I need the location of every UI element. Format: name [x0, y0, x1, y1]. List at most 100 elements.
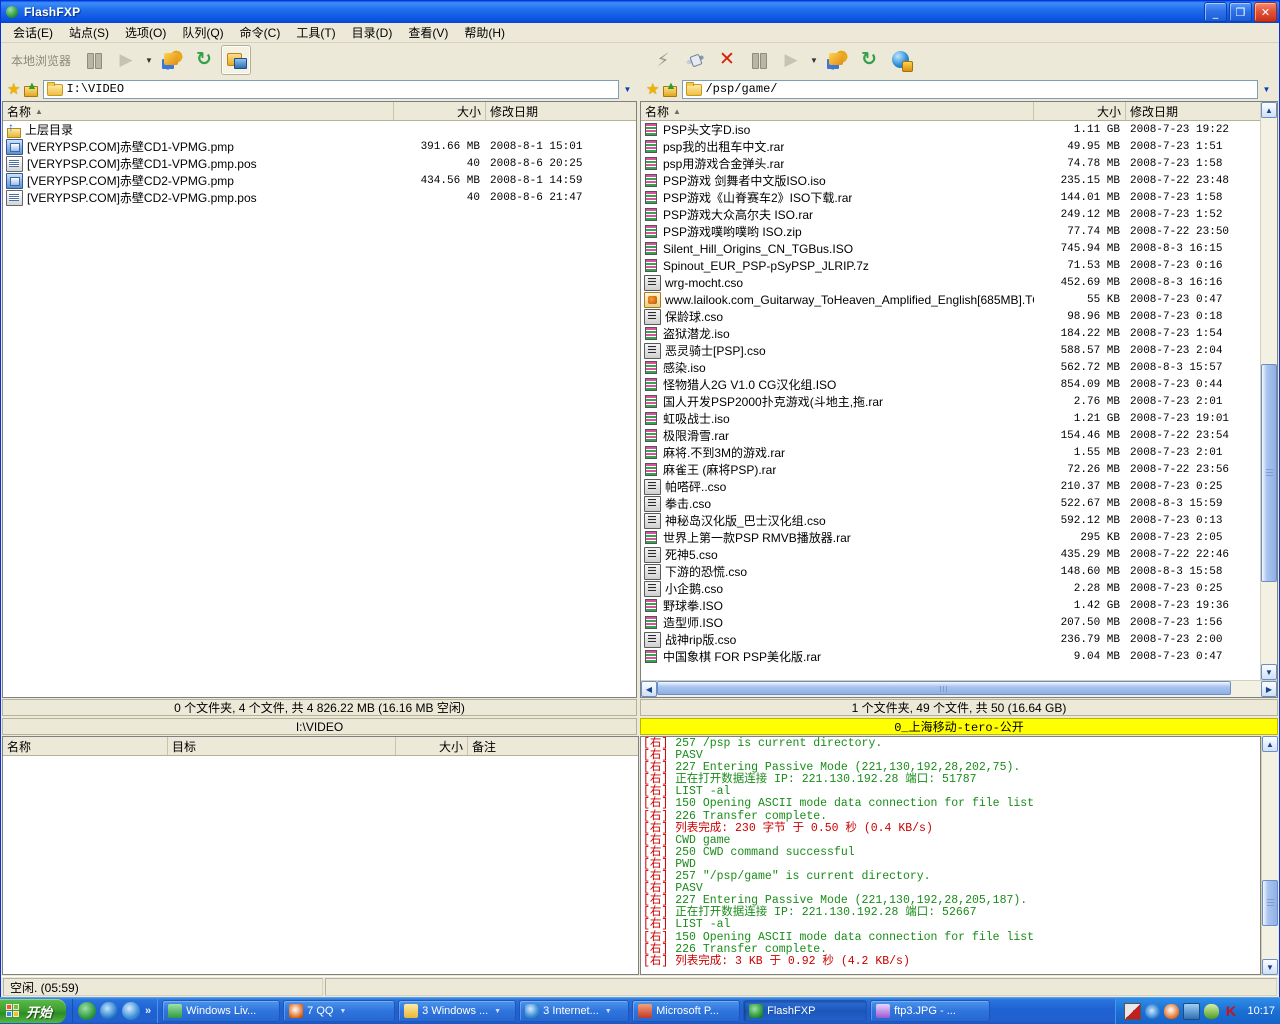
taskbar-task[interactable]: Microsoft P...	[632, 1000, 741, 1022]
menu-sites[interactable]: 站点(S)	[61, 23, 117, 42]
quick-connect-button[interactable]: ⚡	[648, 45, 678, 75]
file-row[interactable]: [VERYPSP.COM]赤壁CD2-VPMG.pmp.pos 40 2008-8-…	[3, 189, 636, 206]
taskbar-task[interactable]: 3 Windows ... ▼	[398, 1000, 517, 1022]
file-row[interactable]: 国人开发PSP2000扑克游戏(斗地主,拖.rar 2.76 MB 2008-7-2…	[641, 393, 1260, 410]
right-pause-button[interactable]	[744, 45, 774, 75]
local-rows[interactable]: 上层目录 [VERYPSP.COM]赤壁CD1-VPMG.pmp 391.66 MB…	[3, 121, 636, 697]
taskbar-task[interactable]: ftp3.JPG - ...	[870, 1000, 991, 1022]
parent-directory-icon[interactable]	[23, 80, 39, 97]
network-icon[interactable]	[1183, 1002, 1201, 1020]
right-path-dropdown[interactable]: ▼	[1258, 81, 1275, 98]
local-browser-button[interactable]	[221, 45, 252, 75]
queue-column-note[interactable]: 备注	[468, 737, 638, 755]
volume-icon[interactable]	[1145, 1003, 1161, 1019]
menu-tools[interactable]: 工具(T)	[288, 23, 343, 42]
disconnect-button[interactable]: ✕	[712, 45, 742, 75]
file-row[interactable]: 战神rip版.cso 236.79 MB 2008-7-23 2:00	[641, 631, 1260, 648]
remote-horizontal-scrollbar[interactable]: ◀ ▶	[641, 680, 1277, 697]
scroll-track[interactable]	[1261, 118, 1277, 664]
scroll-down-icon[interactable]: ▼	[1261, 664, 1277, 680]
local-file-list[interactable]: 名称 ▲ 大小 修改日期 上层目录[VERYPSP.COM]赤壁CD1-VPMG…	[2, 101, 637, 698]
file-row[interactable]: 极限滑雪.rar 154.46 MB 2008-7-22 23:54	[641, 427, 1260, 444]
menu-directory[interactable]: 目录(D)	[344, 23, 401, 42]
file-row[interactable]: PSP游戏大众高尔夫 ISO.rar 249.12 MB 2008-7-23 1:5…	[641, 206, 1260, 223]
left-transfer-button[interactable]	[157, 45, 187, 75]
scroll-thumb[interactable]	[1261, 363, 1277, 583]
start-button[interactable]: 开始	[0, 999, 67, 1023]
right-refresh-button[interactable]: ↻	[854, 45, 884, 75]
bookmark-star-icon[interactable]: ★	[7, 82, 20, 97]
left-dropdown-caret[interactable]: ▼	[143, 46, 155, 74]
file-row[interactable]: 麻雀王 (麻将PSP).rar 72.26 MB 2008-7-22 23:56	[641, 461, 1260, 478]
scroll-left-icon[interactable]: ◀	[641, 681, 657, 697]
file-row[interactable]: wrg-mocht.cso 452.69 MB 2008-8-3 16:16	[641, 274, 1260, 291]
bookmark-star-icon[interactable]: ★	[646, 82, 659, 97]
column-header-name[interactable]: 名称 ▲	[641, 102, 1034, 120]
file-row[interactable]: psp用游戏合金弹头.rar 74.78 MB 2008-7-23 1:58	[641, 155, 1260, 172]
file-row[interactable]: 神秘岛汉化版_巴士汉化组.cso 592.12 MB 2008-7-23 0:13	[641, 512, 1260, 529]
close-button[interactable]: ✕	[1254, 2, 1277, 22]
queue-rows[interactable]	[3, 756, 638, 974]
file-row[interactable]: www.lailook.com_Guitarway_ToHeaven_Ampli…	[641, 291, 1260, 308]
file-row[interactable]: 野球拳.ISO 1.42 GB 2008-7-23 19:36	[641, 597, 1260, 614]
file-row[interactable]: 虹吸战士.iso 1.21 GB 2008-7-23 19:01	[641, 410, 1260, 427]
scroll-thumb[interactable]	[1262, 880, 1278, 926]
chevron-down-icon[interactable]: ▼	[605, 1008, 612, 1015]
queue-list[interactable]: 名称 目标 大小 备注	[2, 736, 639, 975]
left-pause-button[interactable]	[79, 45, 109, 75]
file-row[interactable]: 保龄球.cso 98.96 MB 2008-7-23 0:18	[641, 308, 1260, 325]
scroll-up-icon[interactable]: ▲	[1262, 736, 1278, 752]
hscroll-track[interactable]	[657, 681, 1261, 697]
quicklaunch-overflow-icon[interactable]: »	[145, 1005, 151, 1017]
scroll-track[interactable]	[1262, 752, 1278, 959]
kaspersky-icon[interactable]: K	[1223, 1003, 1238, 1019]
file-row[interactable]: Silent_Hill_Origins_CN_TGBus.ISO 745.94 M…	[641, 240, 1260, 257]
file-row[interactable]: 下游的恐慌.cso 148.60 MB 2008-8-3 15:58	[641, 563, 1260, 580]
file-row[interactable]: 小企鹅.cso 2.28 MB 2008-7-23 0:25	[641, 580, 1260, 597]
column-header-size[interactable]: 大小	[1034, 102, 1126, 120]
quicklaunch-browser-icon[interactable]	[122, 1002, 141, 1020]
quicklaunch-flashfxp-icon[interactable]	[78, 1002, 97, 1020]
file-row[interactable]: Spinout_EUR_PSP-pSyPSP_JLRIP.7z 71.53 MB 2…	[641, 257, 1260, 274]
right-go-button[interactable]: ▶	[776, 45, 806, 75]
left-refresh-button[interactable]: ↻	[189, 45, 219, 75]
file-row[interactable]: 拳击.cso 522.67 MB 2008-8-3 15:59	[641, 495, 1260, 512]
scroll-up-icon[interactable]: ▲	[1261, 102, 1277, 118]
scroll-right-icon[interactable]: ▶	[1261, 681, 1277, 697]
ime-indicator-icon[interactable]	[1124, 1002, 1142, 1020]
maximize-button[interactable]: ❐	[1229, 2, 1252, 22]
qq-tray-icon[interactable]	[1164, 1003, 1180, 1019]
queue-column-target[interactable]: 目标	[168, 737, 396, 755]
file-row[interactable]: 恶灵骑士[PSP].cso 588.57 MB 2008-7-23 2:04	[641, 342, 1260, 359]
chevron-down-icon[interactable]: ▼	[494, 1008, 501, 1015]
taskbar-clock[interactable]: 10:17	[1247, 1005, 1275, 1017]
file-row[interactable]: [VERYPSP.COM]赤壁CD1-VPMG.pmp.pos 40 2008-8-…	[3, 155, 636, 172]
queue-column-name[interactable]: 名称	[3, 737, 168, 755]
file-row[interactable]: 盗狱潜龙.iso 184.22 MB 2008-7-23 1:54	[641, 325, 1260, 342]
menu-queue[interactable]: 队列(Q)	[174, 23, 231, 42]
file-row[interactable]: [VERYPSP.COM]赤壁CD2-VPMG.pmp 434.56 MB 2008…	[3, 172, 636, 189]
scroll-down-icon[interactable]: ▼	[1262, 959, 1278, 975]
taskbar-task[interactable]: 3 Internet... ▼	[519, 1000, 630, 1022]
file-row[interactable]: 上层目录	[3, 121, 636, 138]
column-header-name[interactable]: 名称 ▲	[3, 102, 394, 120]
right-path-input[interactable]: /psp/game/	[682, 79, 1258, 99]
taskbar-task[interactable]: 7 QQ ▼	[283, 1000, 396, 1022]
taskbar-task[interactable]: Windows Liv...	[162, 1000, 281, 1022]
file-row[interactable]: 感染.iso 562.72 MB 2008-8-3 15:57	[641, 359, 1260, 376]
minimize-button[interactable]: _	[1204, 2, 1227, 22]
queue-column-size[interactable]: 大小	[396, 737, 468, 755]
taskbar-task[interactable]: FlashFXP	[743, 1000, 868, 1022]
menu-options[interactable]: 选项(O)	[117, 23, 174, 42]
file-row[interactable]: 帕嗒砰..cso 210.37 MB 2008-7-23 0:25	[641, 478, 1260, 495]
menu-session[interactable]: 会话(E)	[5, 23, 61, 42]
column-header-date[interactable]: 修改日期	[1126, 102, 1260, 120]
menu-commands[interactable]: 命令(C)	[232, 23, 289, 42]
file-row[interactable]: PSP游戏 剑舞者中文版ISO.iso 235.15 MB 2008-7-22 23…	[641, 172, 1260, 189]
left-path-dropdown[interactable]: ▼	[619, 81, 636, 98]
hscroll-thumb[interactable]	[657, 681, 1231, 695]
quicklaunch-media-icon[interactable]	[100, 1002, 119, 1020]
log-vertical-scrollbar[interactable]: ▲ ▼	[1261, 736, 1278, 975]
file-row[interactable]: 死神5.cso 435.29 MB 2008-7-22 22:46	[641, 546, 1260, 563]
file-row[interactable]: psp我的出租车中文.rar 49.95 MB 2008-7-23 1:51	[641, 138, 1260, 155]
